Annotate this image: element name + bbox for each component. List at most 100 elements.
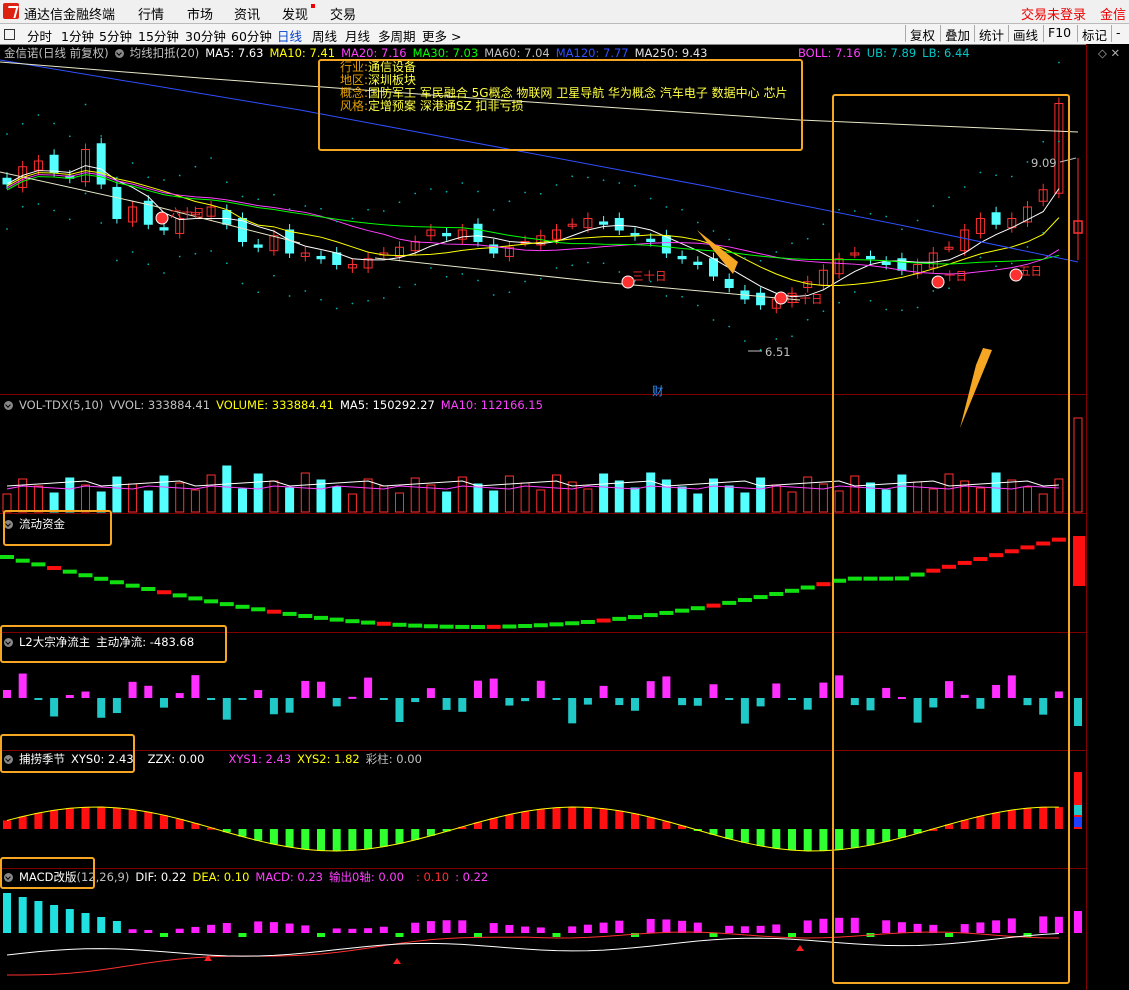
boll-lower-dot	[53, 209, 55, 212]
boll-upper-dot	[163, 179, 165, 181]
macd-bar	[458, 920, 467, 933]
l2-flow-bar	[489, 678, 498, 698]
capital-flow-bar	[518, 623, 533, 628]
l2-flow-bar	[646, 681, 655, 698]
l2-flow-bar	[207, 698, 216, 700]
capital-flow-bar	[659, 610, 674, 615]
macd-bar	[144, 930, 153, 933]
macd-bar	[803, 920, 812, 933]
boll-lower-dot	[414, 283, 417, 286]
ma60-deduction-label: 六十日	[170, 206, 205, 220]
deduction-marker-icon	[155, 211, 169, 225]
capital-flow-bar	[157, 590, 171, 595]
capital-flow-bar	[235, 604, 250, 609]
vvol-value: VVOL: 333884.41	[109, 398, 211, 412]
volume-bar	[771, 484, 781, 513]
macd-bar	[788, 933, 796, 937]
indicator-dropdown-icon[interactable]	[114, 49, 124, 58]
volume-bar	[206, 474, 216, 513]
candle-body	[473, 223, 483, 242]
boll-upper-dot	[257, 198, 260, 201]
boll-upper-dot	[634, 184, 636, 187]
macd-bar	[693, 922, 702, 933]
boll-upper-dot	[806, 237, 809, 240]
ma20-deduction-label: 二十日	[788, 292, 823, 306]
capital-flow-bar	[204, 599, 219, 604]
volume-bar	[520, 482, 530, 513]
boll-upper-dot	[492, 209, 495, 211]
season-bar	[1074, 805, 1082, 815]
vol-indicator-name[interactable]: VOL-TDX(5,10)	[19, 398, 103, 412]
volume-bar	[677, 486, 687, 513]
finance-marker[interactable]: 财	[652, 383, 664, 399]
capital-flow-bar	[486, 624, 501, 629]
ma10-value: MA10: 7.41	[269, 46, 336, 60]
boll-lower-dot	[288, 295, 291, 297]
boll-upper-dot	[21, 122, 24, 125]
candle-body	[442, 232, 452, 237]
boll-lower-dot	[539, 277, 542, 280]
boll-upper-dot	[116, 176, 118, 179]
boll-lower-dot	[37, 203, 40, 205]
candle-body	[709, 258, 718, 277]
macd-bar	[191, 926, 200, 933]
capital-flow-bar	[298, 613, 313, 618]
boll-lower-dot	[100, 222, 103, 224]
season-bar	[379, 829, 388, 847]
capital-flow-bar	[188, 596, 203, 601]
macd-bar	[411, 922, 420, 933]
candle-body	[112, 186, 122, 219]
macd-bar	[725, 925, 734, 933]
boll-upper-dot	[696, 221, 699, 224]
xys1-value: XYS1: 2.43	[228, 752, 292, 766]
indicator-name[interactable]: 均线扣抵(20)	[130, 46, 200, 60]
capital-flow-bar	[816, 582, 831, 587]
capital-flow-bar	[314, 615, 328, 620]
volume-bar	[693, 493, 703, 513]
xys2-value: XYS2: 1.82	[297, 752, 360, 766]
l2-flow-bar	[317, 681, 325, 698]
buy-signal-icon	[393, 958, 401, 964]
season-bar	[505, 814, 514, 829]
ma120-value: MA120: 7.77	[555, 46, 629, 60]
vol-ma5-value: MA5: 150292.27	[339, 398, 435, 412]
panel-controls[interactable]: ◇ ✕	[1098, 46, 1120, 61]
boll-upper-dot	[524, 191, 526, 194]
macd-bar	[50, 905, 59, 933]
l2-flow-bar	[254, 690, 263, 698]
capital-flow-bar	[439, 624, 454, 629]
volume-bar	[96, 491, 106, 513]
boll-upper-dot	[665, 206, 668, 208]
vol-dropdown-icon[interactable]	[4, 401, 13, 410]
candle-body	[677, 255, 687, 260]
season-highlight-box	[0, 734, 135, 773]
l2-flow-bar	[65, 695, 74, 698]
volume-bar	[614, 480, 624, 513]
macd-bar	[709, 933, 718, 937]
macd-bar	[505, 924, 514, 933]
volume-bar	[332, 486, 342, 513]
l2-flow-bar	[693, 698, 702, 706]
boll-lower-dot	[210, 250, 213, 252]
macd-bar	[332, 928, 341, 933]
capital-flow-bar	[722, 600, 737, 605]
boll-lower-dot	[712, 319, 715, 321]
l2-flow-bar	[238, 698, 247, 700]
boll-upper-dot	[602, 179, 605, 182]
boll-lower-dot	[602, 262, 605, 265]
macd-bar	[568, 926, 577, 933]
boll-lower-dot	[524, 280, 526, 283]
boll-value: BOLL: 7.16	[798, 46, 861, 60]
ma20-value: MA20: 7.16	[341, 46, 407, 60]
season-bar	[583, 807, 592, 829]
boll-lower-dot	[351, 302, 354, 305]
volume-bar	[583, 488, 593, 513]
macd-bar	[175, 928, 184, 933]
buy-signal-icon	[796, 945, 804, 951]
boll-lower-dot	[163, 272, 165, 274]
season-bar	[34, 813, 43, 829]
macd-extra-1: : 0.10	[415, 870, 450, 884]
l2-flow-bar	[222, 698, 231, 720]
l2-flow-bar	[552, 698, 561, 700]
macd-bar	[646, 918, 655, 933]
